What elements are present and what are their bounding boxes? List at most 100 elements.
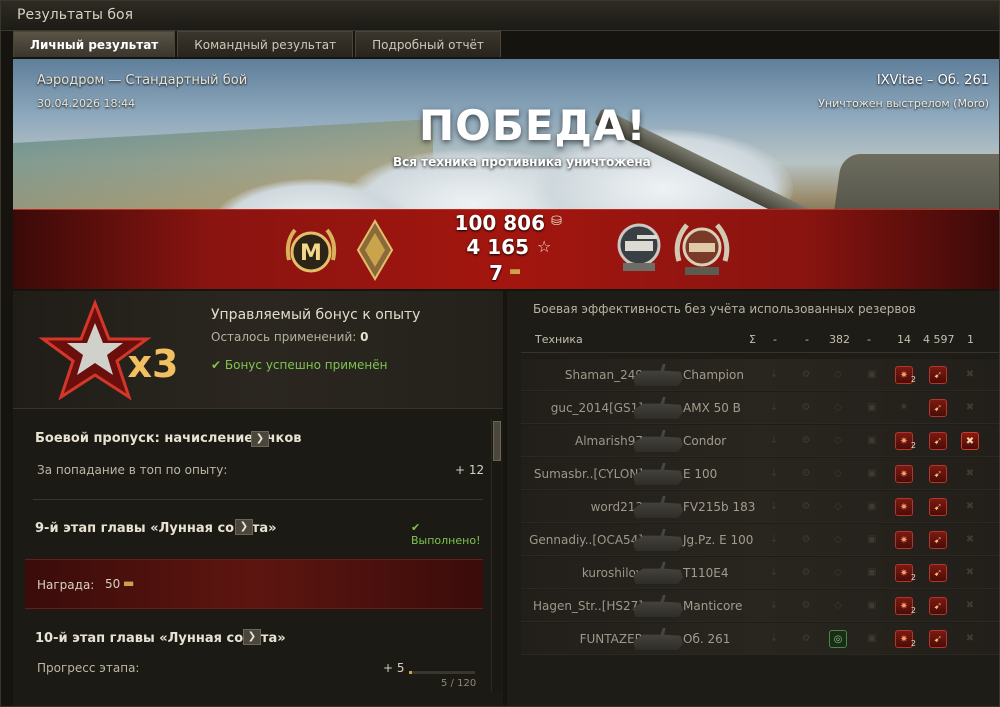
spotted-icon: ◇ <box>834 369 842 380</box>
critical-hits-icon: ✷ 2 <box>895 366 916 384</box>
player-name: Hagen_Str..[HS27] <box>532 599 643 613</box>
stage9-arrow-button[interactable]: ❯ <box>235 519 253 535</box>
bonus-status-text: Бонус успешно применён <box>224 358 388 372</box>
player-row[interactable]: FUNTAZER Об. 261 ↓ ⚙ ◎ ▣ ✷ 2 ➹ ✖ <box>521 623 999 655</box>
damage-icon: ➹ <box>929 399 947 417</box>
column-damage: 4 597 <box>923 333 955 346</box>
assist-icon: ↓ <box>769 534 779 545</box>
player-row[interactable]: Sumasbr..[CYLON] E 100 ↓ ⚙ ◇ ▣ ✷ ➹ ✖ <box>521 458 999 490</box>
scrollbar-thumb[interactable] <box>493 421 501 461</box>
vehicle-name: Champion <box>683 368 744 382</box>
vehicle-name: FV215b 183 <box>683 500 756 514</box>
bonus-remaining-value: 0 <box>360 330 369 344</box>
player-row[interactable]: kuroshilov T110E4 ↓ ⚙ ◇ ▣ ✷ 2 ➹ ✖ <box>521 557 999 589</box>
player-row[interactable]: Almarish97 Condor ↓ ⚙ ◇ ▣ ✷ 2 ➹ ✖ <box>521 425 999 457</box>
track-icon: ⚙ <box>801 633 811 644</box>
star-icon: ☆ <box>537 237 552 256</box>
divider <box>33 499 483 500</box>
stage9-status: ✔ Выполнено! <box>411 521 493 547</box>
spotted-icon: ◇ <box>834 402 842 413</box>
checkmark-icon: ✔ <box>211 358 222 372</box>
kill-icon: ✖ <box>965 402 975 413</box>
kill-icon: ✖ <box>965 534 975 545</box>
player-row[interactable]: word213 FV215b 183 ↓ ⚙ ◇ ▣ ✷ ➹ ✖ <box>521 491 999 523</box>
block-icon: ▣ <box>867 402 877 413</box>
block-icon: ▣ <box>867 567 877 578</box>
laurel-medal-icon[interactable] <box>671 217 733 279</box>
efficiency-panel: Боевая эффективность без учёта использов… <box>507 291 999 706</box>
battle-pass-arrow-button[interactable]: ❯ <box>251 431 269 447</box>
spotted-icon: ◇ <box>834 567 842 578</box>
player-name: guc_2014[GS1] <box>550 401 643 415</box>
block-icon: ▣ <box>867 501 877 512</box>
player-row[interactable]: guc_2014[GS1] AMX 50 B ↓ ⚙ ◇ ▣ ✷ ➹ ✖ <box>521 392 999 424</box>
battle-datetime: 30.04.2026 18:44 <box>37 97 136 110</box>
assist-icon: ↓ <box>769 468 779 479</box>
star-multiplier-icon: x3 <box>38 299 179 401</box>
block-icon: ▣ <box>867 534 877 545</box>
gold-diamond-badge-icon[interactable] <box>356 219 394 281</box>
damage-icon: ➹ <box>929 432 947 450</box>
kill-icon: ✖ <box>965 501 975 512</box>
spotted-icon: ◇ <box>834 468 842 479</box>
column-crits: 14 <box>897 333 911 346</box>
player-name: FUNTAZER <box>579 632 643 646</box>
block-icon: ▣ <box>867 633 877 644</box>
tab-team-result[interactable]: Командный результат <box>177 31 354 57</box>
reward-label: Награда: <box>37 578 95 592</box>
stage10-section: 10-й этап главы «Лунная соната» ❯ Прогре… <box>13 621 493 706</box>
spotted-icon: ◇ <box>834 435 842 446</box>
exp-bonus-section: x3 Управляемый бонус к опыту Осталось пр… <box>13 291 503 409</box>
tab-detailed-report[interactable]: Подробный отчёт <box>355 31 501 57</box>
bonus-title: Управляемый бонус к опыту <box>211 307 421 323</box>
stage9-reward-strip: Награда: 50 ▬ <box>25 559 483 609</box>
critical-hits-icon: ✷ 2 <box>895 432 916 450</box>
track-icon: ⚙ <box>801 402 811 413</box>
crit-count: 2 <box>910 606 916 615</box>
critical-hits-icon: ✷ 2 <box>895 630 916 648</box>
player-name: Almarish97 <box>575 434 643 448</box>
player-row[interactable]: Hagen_Str..[HS27] Manticore ↓ ⚙ ◇ ▣ ✷ 2 ➹ ✖ <box>521 590 999 622</box>
player-row[interactable]: Gennadiy..[OCA54] Jg.Pz. E 100 ↓ ⚙ ◇ ▣ ✷ ➹ ✖ <box>521 524 999 556</box>
spotted-icon: ◎ <box>829 630 847 648</box>
track-icon: ⚙ <box>801 468 811 479</box>
vehicle-name: AMX 50 B <box>683 401 741 415</box>
bonds-icon: ▬ <box>123 576 135 590</box>
column-kills: 1 <box>967 333 974 346</box>
battle-result-title: ПОБЕДА! <box>419 101 647 150</box>
crit-count: 2 <box>910 375 916 384</box>
track-icon: ⚙ <box>801 369 811 380</box>
tab-personal-result[interactable]: Личный результат <box>13 31 176 57</box>
crit-count: 2 <box>910 639 916 648</box>
stage9-status-text: Выполнено! <box>411 534 481 547</box>
reward-value: 50 <box>105 577 121 591</box>
track-icon: ⚙ <box>801 600 811 611</box>
credits-icon: ⛁ <box>551 214 562 229</box>
critical-hits-icon: ✷ <box>895 465 913 483</box>
column-sigma[interactable]: Σ <box>749 333 756 346</box>
vehicle-name: E 100 <box>683 467 718 481</box>
damage-icon: ➹ <box>929 630 947 648</box>
column-stat-2: - <box>805 333 809 346</box>
tank-medal-icon[interactable] <box>613 221 665 275</box>
block-icon: ▣ <box>867 468 877 479</box>
bonus-remaining: Осталось применений: 0 <box>211 330 368 344</box>
player-row[interactable]: Shaman_249 Champion ↓ ⚙ ◇ ▣ ✷ 2 ➹ ✖ <box>521 359 999 391</box>
assist-icon: ↓ <box>769 501 779 512</box>
battle-pass-row-value: + 12 <box>455 463 485 477</box>
kill-icon: ✖ <box>965 369 975 380</box>
mastery-badge-icon[interactable]: М <box>281 222 341 282</box>
assist-icon: ↓ <box>769 369 779 380</box>
critical-hits-icon: ✷ 2 <box>895 597 916 615</box>
multiplier-text: x3 <box>128 342 179 386</box>
player-name: Sumasbr..[CYLON] <box>533 467 643 481</box>
kill-icon: ✖ <box>961 432 979 450</box>
experience-value: 4 165 <box>466 235 529 259</box>
stage10-progress-delta: + 5 <box>383 661 405 675</box>
assist-icon: ↓ <box>769 567 779 578</box>
critical-hits-icon: ✷ <box>899 402 909 413</box>
column-stat-1: - <box>773 333 777 346</box>
efficiency-table-header: Техника Σ - - 382 - 14 4 597 1 <box>521 327 999 353</box>
stage10-arrow-button[interactable]: ❯ <box>243 629 261 645</box>
left-scrollbar[interactable] <box>491 419 501 691</box>
